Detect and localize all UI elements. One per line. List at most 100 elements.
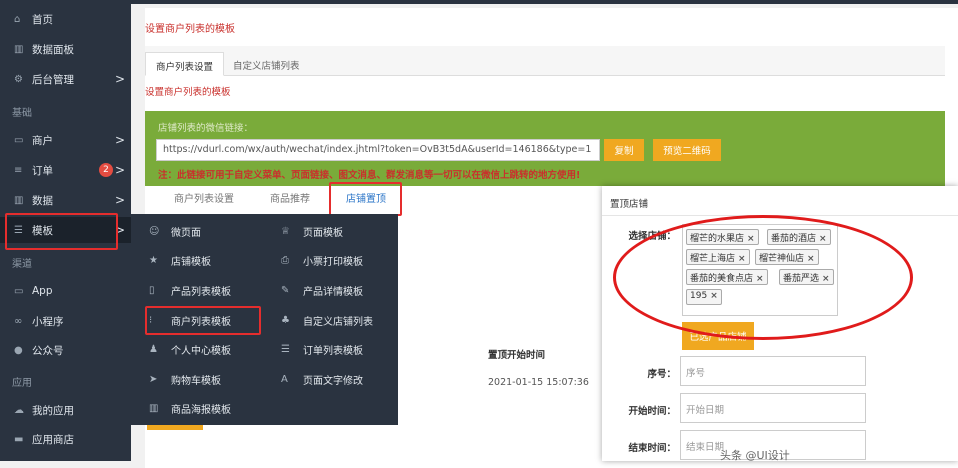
seq-label: 序号： <box>647 369 676 380</box>
highlight-box <box>329 182 402 216</box>
sidebar-item-label: 后台管理 <box>32 73 74 86</box>
dashboard-icon: ▥ <box>14 43 24 55</box>
sidebar-item-home[interactable]: ⌂ 首页 <box>0 6 131 32</box>
sidebar-item-label: 应用商店 <box>32 433 74 446</box>
highlight-box <box>5 213 118 250</box>
sidebar-item-miniprogram[interactable]: ∞ 小程序 <box>0 308 131 334</box>
app-icon: ▭ <box>14 285 24 297</box>
user-icon: ♟ <box>149 343 158 355</box>
pencil-icon: ✎ <box>281 284 290 296</box>
sidebar-item-label: 小程序 <box>32 315 64 328</box>
page-title: 设置商户列表的模板 <box>145 24 235 35</box>
top-bar <box>131 0 958 4</box>
sitemap-icon: ♣ <box>281 314 290 326</box>
poster-icon: ▥ <box>149 402 159 414</box>
menu-item-cart-template[interactable]: ➤ 购物车模板 <box>149 366 221 392</box>
menu-item-label: 产品详情模板 <box>303 286 363 298</box>
preview-qr-button[interactable]: 预览二维码 <box>653 139 721 161</box>
notification-badge: 2 <box>99 163 113 177</box>
table-header: 置顶开始时间 <box>488 350 546 361</box>
sidebar-item-data[interactable]: ▥ 数据 > <box>0 187 131 213</box>
sidebar-item-label: 商户 <box>32 134 53 147</box>
mobile-icon: ▯ <box>149 284 155 296</box>
menu-item-label: 产品列表模板 <box>171 286 231 298</box>
url-field[interactable]: https://vdurl.com/wx/auth/wechat/index.j… <box>156 139 600 161</box>
modal-title: 置顶店铺 <box>602 186 958 216</box>
menu-item-product-list-template[interactable]: ▯ 产品列表模板 <box>149 277 231 303</box>
menu-item-poster-template[interactable]: ▥ 商品海报模板 <box>149 395 231 421</box>
sidebar-item-label: 数据 <box>32 194 53 207</box>
menu-item-micro-page[interactable]: ☺ 微页面 <box>149 218 201 244</box>
sidebar-item-app[interactable]: ▭ App <box>0 278 131 304</box>
miniprogram-icon: ∞ <box>14 315 23 327</box>
sidebar-item-label: 首页 <box>32 13 53 26</box>
menu-item-order-list-template[interactable]: ☰ 订单列表模板 <box>281 336 363 362</box>
menu-item-label: 商品海报模板 <box>171 404 231 416</box>
sidebar-item-label: 订单 <box>32 164 53 177</box>
end-time-label: 结束时间： <box>628 443 676 454</box>
sidebar-item-label: 公众号 <box>32 344 64 357</box>
star-icon: ★ <box>149 254 158 266</box>
highlight-ellipse <box>613 215 913 340</box>
sidebar-item-official-account[interactable]: ● 公众号 <box>0 337 131 363</box>
cart-icon: ➤ <box>149 373 158 385</box>
table-cell: 2021-01-15 15:07:36 <box>488 377 589 388</box>
seq-input[interactable]: 序号 <box>680 356 866 386</box>
menu-item-label: 自定义店铺列表 <box>303 316 373 328</box>
menu-item-label: 页面模板 <box>303 227 343 239</box>
sidebar-group-label: 渠道 <box>12 259 32 270</box>
start-date-input[interactable]: 开始日期 <box>680 393 866 423</box>
menu-item-label: 购物车模板 <box>171 375 221 387</box>
sidebar-group-label: 应用 <box>12 378 32 389</box>
shop-icon: ▭ <box>14 134 24 146</box>
menu-item-store-template[interactable]: ★ 店铺模板 <box>149 247 211 273</box>
list-icon: ☰ <box>281 343 290 355</box>
menu-item-label: 店铺模板 <box>171 256 211 268</box>
sidebar-item-admin[interactable]: ⚙ 后台管理 > <box>0 66 131 92</box>
chevron-right-icon: > <box>115 133 126 147</box>
link-label: 店铺列表的微信链接： <box>158 123 254 134</box>
tab-merchant-list-settings-inner[interactable]: 商户列表设置 <box>174 190 234 205</box>
menu-item-user-center-template[interactable]: ♟ 个人中心模板 <box>149 336 231 362</box>
store-icon: ▬ <box>14 433 24 445</box>
tab-custom-store-list[interactable]: 自定义店铺列表 <box>223 52 310 76</box>
menu-item-label: 小票打印模板 <box>303 256 363 268</box>
copy-button[interactable]: 复制 <box>604 139 644 161</box>
trophy-icon: ♕ <box>281 225 290 237</box>
chevron-right-icon: > <box>115 193 126 207</box>
order-icon: ≡ <box>14 164 23 176</box>
sidebar-item-dashboard[interactable]: ▥ 数据面板 <box>0 36 131 62</box>
menu-item-label: 订单列表模板 <box>303 345 363 357</box>
link-panel: 店铺列表的微信链接： https://vdurl.com/wx/auth/wec… <box>145 111 945 186</box>
sidebar-item-label: 我的应用 <box>32 404 74 417</box>
chevron-right-icon: > <box>115 72 126 86</box>
sidebar-item-order[interactable]: ≡ 订单 2 > <box>0 157 131 183</box>
chart-icon: ▥ <box>14 194 24 206</box>
tab-product-recommend[interactable]: 商品推荐 <box>270 190 310 205</box>
pin-table: 置顶开始时间 2021-01-15 15:07:36 <box>398 340 598 400</box>
cloud-icon: ☁ <box>14 404 24 416</box>
menu-item-page-template[interactable]: ♕ 页面模板 <box>281 218 343 244</box>
sidebar-item-merchant[interactable]: ▭ 商户 > <box>0 127 131 153</box>
highlight-box <box>145 306 261 335</box>
tab-bar: 商户列表设置 自定义店铺列表 <box>145 46 945 76</box>
printer-icon: ⎙ <box>281 254 289 266</box>
sidebar-item-my-apps[interactable]: ☁ 我的应用 <box>0 397 131 423</box>
start-time-label: 开始时间： <box>628 406 676 417</box>
menu-item-receipt-template[interactable]: ⎙ 小票打印模板 <box>281 247 363 273</box>
sidebar-group-label: 基础 <box>12 108 32 119</box>
smiley-icon: ☺ <box>149 225 160 237</box>
link-note: 注：此链接可用于自定义菜单、页面链接、图文消息、群发消息等一切可以在微信上跳转的… <box>158 170 581 181</box>
home-icon: ⌂ <box>14 13 21 25</box>
menu-item-product-detail-template[interactable]: ✎ 产品详情模板 <box>281 277 363 303</box>
sidebar-item-label: App <box>32 285 53 297</box>
wechat-icon: ● <box>14 344 23 356</box>
menu-item-custom-store-list[interactable]: ♣ 自定义店铺列表 <box>281 307 373 333</box>
sidebar-item-app-store[interactable]: ▬ 应用商店 <box>0 426 131 452</box>
chevron-right-icon: > <box>115 163 126 177</box>
section-subtitle: 设置商户列表的模板 <box>145 87 231 98</box>
sidebar-item-label: 数据面板 <box>32 43 74 56</box>
menu-item-label: 个人中心模板 <box>171 345 231 357</box>
tab-merchant-list-settings[interactable]: 商户列表设置 <box>145 52 225 76</box>
menu-item-page-text-edit[interactable]: A 页面文字修改 <box>281 366 363 392</box>
